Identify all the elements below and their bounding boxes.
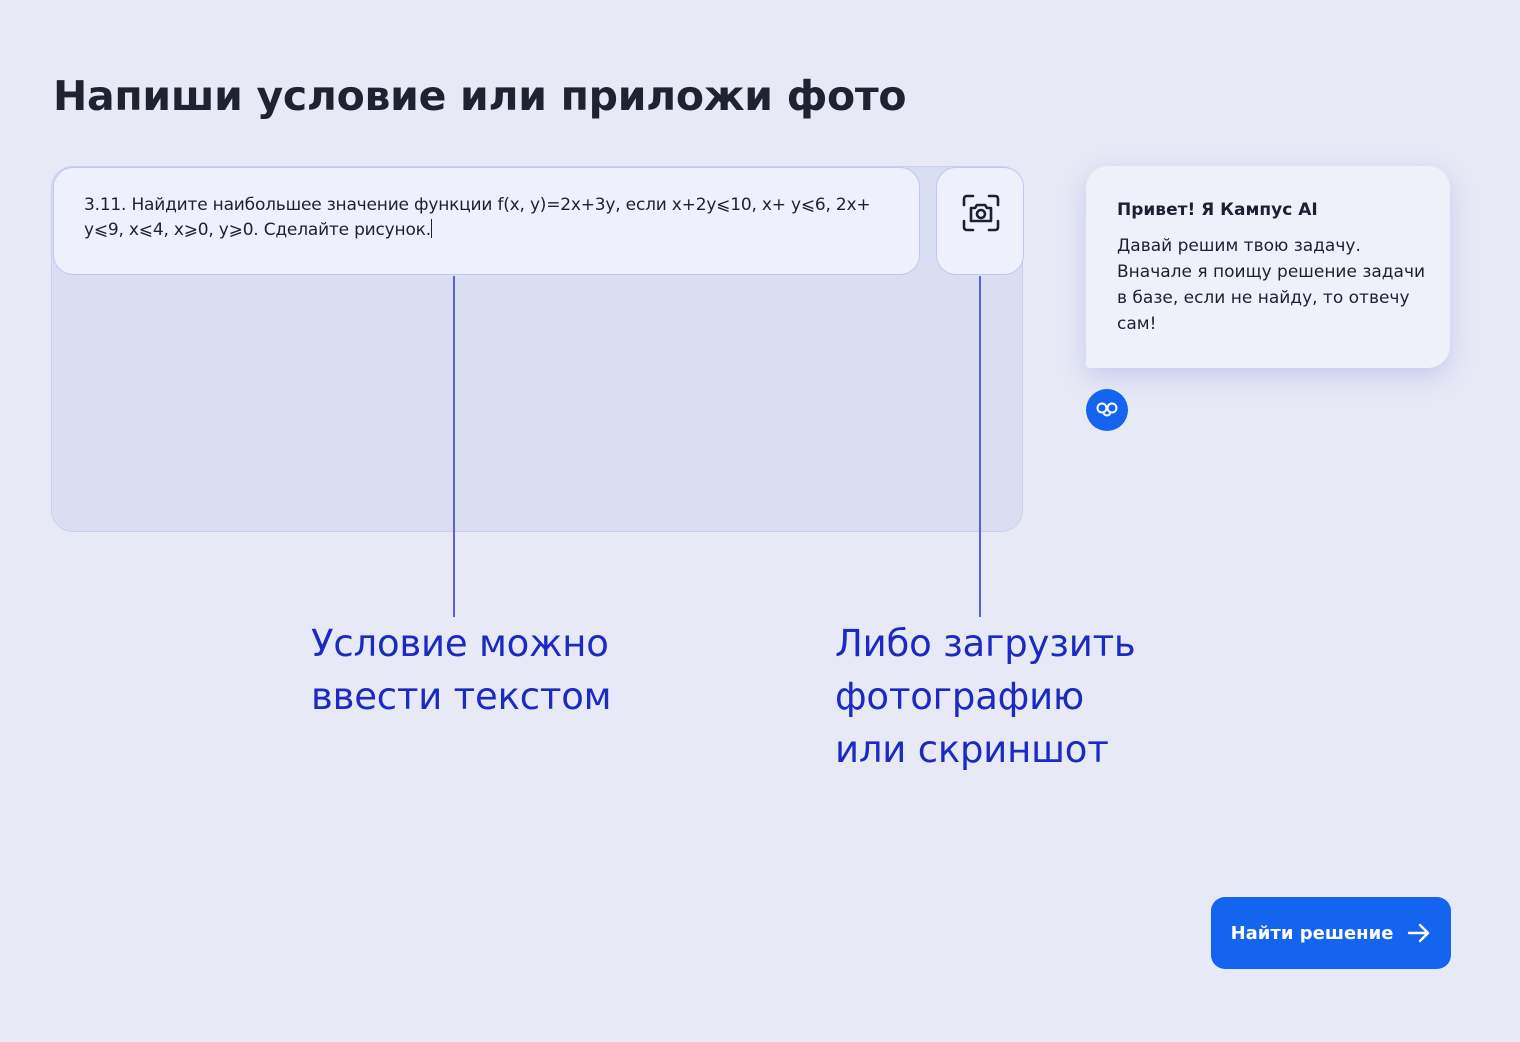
assistant-avatar bbox=[1086, 389, 1128, 431]
text-caret bbox=[430, 219, 432, 238]
upload-photo-button[interactable] bbox=[936, 167, 1024, 275]
callout-line-2: фотографию bbox=[835, 675, 1084, 718]
assistant-message-bubble: Привет! Я Кампус AI Давай решим твою зад… bbox=[1086, 166, 1450, 368]
photo-callout-line bbox=[979, 276, 981, 617]
find-solution-label: Найти решение bbox=[1230, 922, 1394, 944]
assistant-message: Давай решим твою задачу. Вначале я поищу… bbox=[1117, 236, 1426, 334]
callout-line-3: или скриншот bbox=[835, 728, 1109, 771]
assistant-greeting: Привет! Я Кампус AI bbox=[1117, 200, 1318, 220]
text-input-callout: Условие можно ввести текстом bbox=[311, 617, 612, 723]
find-solution-button[interactable]: Найти решение bbox=[1211, 897, 1451, 969]
callout-line-2: ввести текстом bbox=[311, 675, 612, 718]
task-text-value: 3.11. Найдите наибольшее значение функци… bbox=[84, 195, 871, 240]
callout-line-1: Либо загрузить bbox=[835, 622, 1136, 665]
arrow-right-icon bbox=[1408, 923, 1430, 943]
callout-line-1: Условие можно bbox=[311, 622, 609, 665]
text-callout-line bbox=[453, 276, 455, 617]
camera-scan-icon bbox=[962, 194, 1000, 232]
photo-upload-callout: Либо загрузить фотографию или скриншот bbox=[835, 617, 1136, 776]
kampus-ai-logo-icon bbox=[1096, 402, 1118, 417]
page-title: Напиши условие или приложи фото bbox=[53, 72, 907, 120]
task-text-input[interactable]: 3.11. Найдите наибольшее значение функци… bbox=[53, 167, 920, 275]
